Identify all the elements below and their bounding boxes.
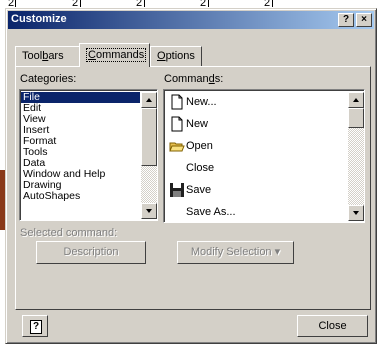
dialog-title: Customize — [11, 13, 67, 25]
tab-commands[interactable]: Commands — [79, 43, 150, 67]
close-window-button[interactable]: × — [356, 13, 372, 27]
ruler-tick — [15, 0, 16, 7]
list-item[interactable]: AutoShapes — [21, 191, 140, 202]
selected-command-label: Selected command: — [20, 227, 118, 239]
ruler-tick — [272, 0, 273, 7]
arrow-down-icon — [353, 211, 359, 215]
description-button[interactable]: Description — [36, 241, 146, 264]
scroll-down-button[interactable] — [348, 205, 364, 221]
commands-scrollbar[interactable] — [348, 92, 364, 221]
customize-dialog: Customize ? × Toolbars Commands Options … — [5, 8, 377, 344]
commands-listbox[interactable]: New... New Open Close Save Save As... — [163, 89, 365, 223]
ruler-tick — [144, 0, 145, 7]
context-help-button[interactable]: ? — [338, 13, 354, 27]
tab-toolbars[interactable]: Toolbars — [15, 46, 81, 66]
tab-focus-rect: Commands — [86, 48, 147, 62]
help-button[interactable]: ? — [22, 315, 48, 337]
command-item-new-dialog[interactable]: New... — [165, 91, 347, 113]
new-document-icon — [171, 94, 183, 110]
close-button[interactable]: Close — [297, 315, 368, 337]
command-item-save[interactable]: Save — [165, 179, 347, 201]
scroll-thumb[interactable] — [348, 108, 364, 128]
commands-label: Commands: — [164, 73, 224, 85]
help-icon: ? — [30, 320, 42, 334]
modify-selection-button[interactable]: Modify Selection ▾ — [177, 241, 294, 264]
command-item-save-as[interactable]: Save As... — [165, 201, 347, 222]
categories-list: File Edit View Insert Format Tools Data … — [21, 91, 140, 202]
command-item-close[interactable]: Close — [165, 157, 347, 179]
tab-options[interactable]: Options — [150, 46, 202, 66]
tab-panel: Categories: File Edit View Insert Format… — [15, 66, 371, 310]
new-document-icon — [171, 116, 183, 132]
command-item-open[interactable]: Open — [165, 135, 347, 157]
categories-listbox[interactable]: File Edit View Insert Format Tools Data … — [19, 89, 158, 221]
scroll-thumb[interactable] — [141, 108, 157, 166]
ruler-tick — [208, 0, 209, 7]
arrow-down-icon — [146, 209, 152, 213]
scroll-up-button[interactable] — [141, 92, 157, 108]
commands-list: New... New Open Close Save Save As... — [165, 91, 347, 222]
arrow-up-icon — [353, 98, 359, 102]
command-item-new[interactable]: New — [165, 113, 347, 135]
categories-label: Categories: — [20, 73, 77, 85]
scroll-down-button[interactable] — [141, 203, 157, 219]
ruler: 2 2 2 2 2 — [0, 0, 379, 9]
title-bar[interactable]: Customize ? × — [8, 11, 374, 29]
open-folder-icon — [169, 142, 185, 152]
ruler-tick — [80, 0, 81, 7]
save-disk-icon — [170, 183, 184, 197]
categories-scrollbar[interactable] — [141, 92, 157, 219]
scroll-up-button[interactable] — [348, 92, 364, 108]
arrow-up-icon — [146, 98, 152, 102]
